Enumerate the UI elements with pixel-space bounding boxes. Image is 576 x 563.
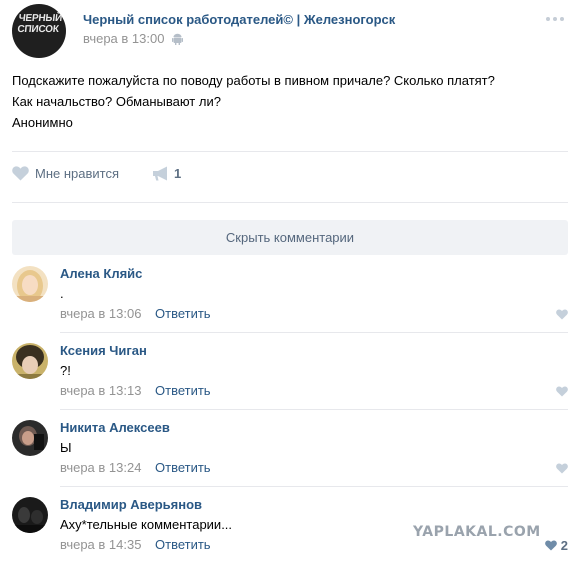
- reply-button[interactable]: Ответить: [155, 460, 211, 475]
- group-name-link[interactable]: Черный список работодателей© | Железного…: [83, 12, 395, 27]
- avatar[interactable]: [12, 266, 48, 302]
- divider: [60, 332, 568, 333]
- comment-like-button[interactable]: 2: [544, 538, 568, 553]
- heart-icon[interactable]: [556, 309, 568, 320]
- comment-item: Никита Алексеев Ы вчера в 13:24 Ответить: [12, 420, 568, 490]
- post-text-line: Как начальство? Обманывают ли?: [12, 94, 221, 109]
- avatar[interactable]: [12, 497, 48, 533]
- comment-time[interactable]: вчера в 13:24: [60, 460, 141, 475]
- group-avatar-logo: ЧЕРНЫЙ СПИСОК: [16, 13, 63, 35]
- post-time[interactable]: вчера в 13:00: [83, 31, 164, 46]
- comment-text: ?!: [60, 363, 71, 378]
- reply-button[interactable]: Ответить: [155, 306, 211, 321]
- heart-icon[interactable]: [556, 463, 568, 474]
- comment-item: Ксения Чиган ?! вчера в 13:13 Ответить: [12, 343, 568, 413]
- divider: [12, 151, 568, 152]
- avatar[interactable]: [12, 420, 48, 456]
- megaphone-icon: [153, 166, 167, 181]
- comment-time[interactable]: вчера в 14:35: [60, 537, 141, 552]
- divider: [60, 486, 568, 487]
- comment-author-link[interactable]: Ксения Чиган: [60, 343, 147, 358]
- comment-like-count: 2: [560, 538, 568, 553]
- comment-item: Алена Кляйс . вчера в 13:06 Ответить: [12, 266, 568, 336]
- comment-text: Ы: [60, 440, 72, 455]
- avatar[interactable]: [12, 343, 48, 379]
- comment-author-link[interactable]: Алена Кляйс: [60, 266, 142, 281]
- divider: [60, 409, 568, 410]
- android-icon: [172, 33, 184, 45]
- share-button[interactable]: 1: [152, 166, 181, 181]
- post-text-line: Анонимно: [12, 115, 73, 130]
- comment-author-link[interactable]: Никита Алексеев: [60, 420, 170, 435]
- more-dots-icon[interactable]: [546, 17, 564, 23]
- comment-time[interactable]: вчера в 13:13: [60, 383, 141, 398]
- hide-comments-button[interactable]: Скрыть комментарии: [12, 220, 568, 255]
- reply-button[interactable]: Ответить: [155, 383, 211, 398]
- comment-time[interactable]: вчера в 13:06: [60, 306, 141, 321]
- like-button[interactable]: Мне нравится: [12, 166, 119, 181]
- heart-icon[interactable]: [556, 386, 568, 397]
- watermark: YAPLAKAL.COM: [413, 524, 541, 540]
- post-meta: вчера в 13:00: [83, 31, 184, 46]
- comment-author-link[interactable]: Владимир Аверьянов: [60, 497, 202, 512]
- reply-button[interactable]: Ответить: [155, 537, 211, 552]
- comment-text: .: [60, 286, 64, 301]
- share-count: 1: [174, 166, 182, 181]
- heart-icon: [544, 540, 557, 551]
- comment-text: Аху*тельные комментарии...: [60, 517, 233, 532]
- post-text-line: Подскажите пожалуйста по поводу работы в…: [12, 73, 495, 88]
- post-header: ЧЕРНЫЙ СПИСОК Черный список работодателей…: [12, 4, 564, 60]
- heart-icon: [12, 166, 29, 181]
- divider: [12, 202, 568, 203]
- post-text: Подскажите пожалуйста по поводу работы в…: [12, 70, 564, 133]
- like-label: Мне нравится: [35, 166, 120, 181]
- group-avatar[interactable]: ЧЕРНЫЙ СПИСОК: [12, 4, 66, 58]
